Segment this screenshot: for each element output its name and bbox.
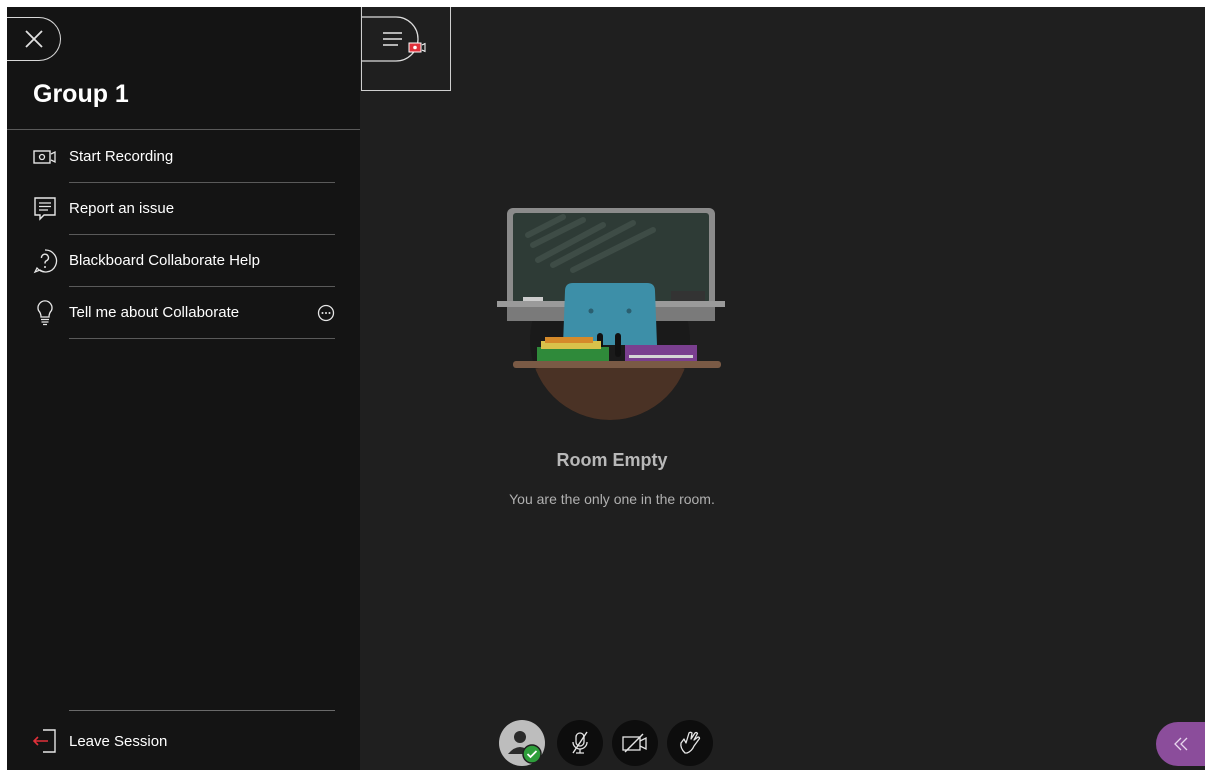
menu-item-label: Tell me about Collaborate xyxy=(69,304,240,321)
app-window: Group 1 Start Recording Report an issue … xyxy=(7,7,1205,770)
record-icon xyxy=(31,143,59,171)
leave-session-label: Leave Session xyxy=(69,733,168,750)
empty-state-subtitle: You are the only one in the room. xyxy=(509,491,715,507)
divider xyxy=(69,338,335,339)
double-chevron-left-icon xyxy=(1174,737,1188,751)
raise-hand-button[interactable] xyxy=(667,720,713,766)
divider xyxy=(69,710,335,711)
empty-state-title: Room Empty xyxy=(556,450,668,470)
open-collaborate-panel-button[interactable] xyxy=(1156,722,1205,766)
panel-title: Group 1 xyxy=(33,80,129,108)
empty-room-illustration xyxy=(493,205,727,426)
menu-item-label: Start Recording xyxy=(69,148,174,165)
more-icon xyxy=(317,304,335,322)
session-menu-panel: Group 1 Start Recording Report an issue … xyxy=(7,7,360,770)
menu-item-label: Report an issue xyxy=(69,200,175,217)
close-icon xyxy=(24,30,43,48)
menu-recording-icon xyxy=(362,16,426,62)
camera-off-icon xyxy=(622,733,647,753)
menu-item-report-issue[interactable]: Report an issue xyxy=(7,183,360,235)
leave-session-icon xyxy=(31,727,59,755)
menu-item-start-recording[interactable]: Start Recording xyxy=(7,131,360,183)
avatar-icon xyxy=(508,731,542,764)
more-options-button[interactable] xyxy=(316,303,336,323)
divider xyxy=(7,129,360,130)
close-panel-button[interactable] xyxy=(7,17,61,61)
report-issue-icon xyxy=(31,195,59,223)
session-menu-button[interactable] xyxy=(361,7,451,91)
lightbulb-icon xyxy=(31,299,59,327)
raise-hand-icon xyxy=(680,731,701,754)
microphone-off-icon xyxy=(572,731,588,754)
my-status-button[interactable] xyxy=(499,720,545,766)
menu-item-help[interactable]: Blackboard Collaborate Help xyxy=(7,235,360,287)
leave-session-button[interactable]: Leave Session xyxy=(7,717,360,767)
menu-item-label: Blackboard Collaborate Help xyxy=(69,252,260,269)
help-icon xyxy=(31,247,59,275)
menu-item-about-collaborate[interactable]: Tell me about Collaborate xyxy=(7,287,360,339)
microphone-toggle-button[interactable] xyxy=(557,720,603,766)
camera-toggle-button[interactable] xyxy=(612,720,658,766)
